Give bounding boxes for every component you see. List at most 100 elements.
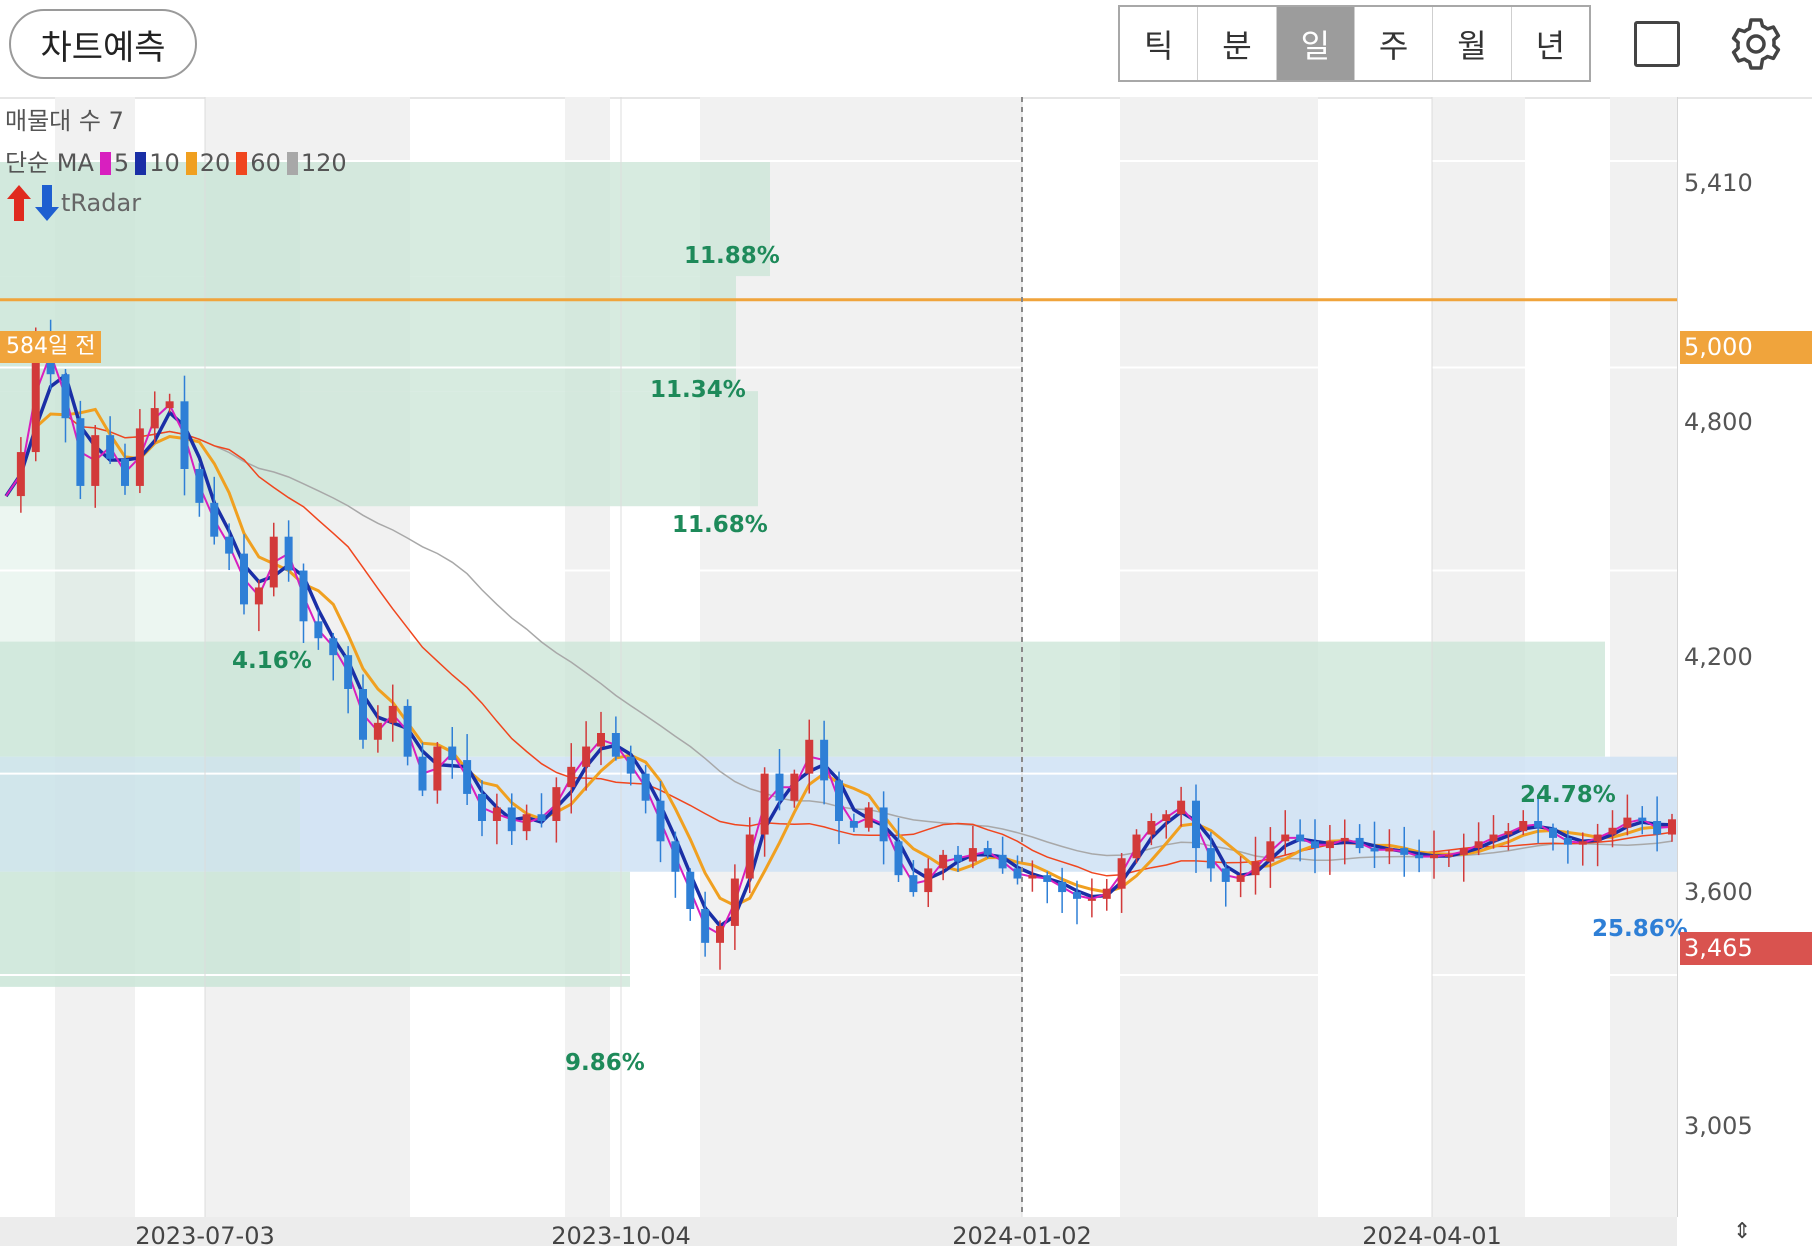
tab-year[interactable]: 년 <box>1512 7 1589 80</box>
candle-body <box>909 875 918 893</box>
candle-body <box>1623 817 1632 828</box>
candle-body <box>1474 841 1483 849</box>
candle-body <box>1281 834 1290 842</box>
candle-body <box>91 435 100 486</box>
candle-body <box>1266 841 1275 862</box>
candle-body <box>1162 814 1171 821</box>
candle-body <box>1043 875 1052 882</box>
candle-body <box>284 536 293 571</box>
candle-body <box>121 458 129 486</box>
candle-body <box>701 909 710 943</box>
candle-body <box>597 733 605 747</box>
candle-body <box>388 705 397 723</box>
tab-minute[interactable]: 분 <box>1198 7 1277 80</box>
candle-body <box>924 868 933 893</box>
candle-body <box>1430 854 1438 859</box>
candle-body <box>344 655 353 689</box>
candle-body <box>1296 834 1305 842</box>
volume-profile-legend: 매물대 수 7 <box>5 107 124 135</box>
ma10-label: 10 <box>149 149 180 177</box>
candle-body <box>180 401 189 469</box>
ma60-label: 60 <box>250 149 281 177</box>
volume-profile-pct: 24.78% <box>1520 782 1616 808</box>
ma-legend[interactable]: 단순 MA 5 10 20 60 120 <box>5 142 347 184</box>
volume-profile-pct: 11.34% <box>650 377 746 403</box>
candle-body <box>299 570 308 622</box>
ma120-label: 120 <box>300 149 347 177</box>
tradar-legend[interactable]: tRadar <box>5 183 141 223</box>
candle-body <box>61 374 70 419</box>
y-axis-divider <box>1677 97 1678 1217</box>
candle-body <box>522 814 531 832</box>
scroll-handle-icon[interactable]: ⇕ <box>1733 1219 1751 1244</box>
y-tick-label: 4,800 <box>1684 408 1753 436</box>
candle-body <box>329 638 338 656</box>
candle-body <box>150 408 159 429</box>
chart-predict-button[interactable]: 차트예측 <box>9 9 197 79</box>
candle-body <box>1206 848 1215 869</box>
candle-body <box>1132 834 1141 859</box>
candle-body <box>135 428 144 486</box>
square-layout-icon[interactable] <box>1634 21 1680 67</box>
candle-body <box>805 739 814 774</box>
candle-body <box>716 925 724 943</box>
candle-body <box>1340 837 1349 842</box>
candle-body <box>165 401 174 409</box>
tab-month[interactable]: 월 <box>1433 7 1512 80</box>
candle-body <box>775 773 784 801</box>
candle-body <box>1668 819 1676 835</box>
y-tick-label: 5,410 <box>1684 169 1753 197</box>
candle-body <box>1444 854 1453 857</box>
candle-body <box>790 773 799 801</box>
candle-body <box>1028 875 1037 879</box>
candle-body <box>433 746 442 791</box>
top-toolbar: 차트예측 틱 분 일 주 월 년 <box>0 0 1812 99</box>
tab-tick[interactable]: 틱 <box>1120 7 1199 80</box>
gear-icon[interactable] <box>1726 14 1786 74</box>
candle-body <box>1013 868 1022 879</box>
tradar-label: tRadar <box>61 189 142 217</box>
candle-body <box>1563 837 1572 845</box>
candle-body <box>820 739 829 781</box>
candle-body <box>373 722 382 740</box>
candle-body <box>448 746 457 761</box>
candle-body <box>225 536 234 554</box>
reference-line-label: 584일 전 <box>0 331 102 363</box>
y-tick-label: 3,005 <box>1684 1112 1753 1140</box>
candle-body <box>1504 831 1513 835</box>
candle-body <box>582 746 591 767</box>
candle-body <box>1311 841 1319 849</box>
ma20-label: 20 <box>199 149 231 177</box>
candle-body <box>641 773 650 801</box>
candle-body <box>1519 821 1528 832</box>
candle-body <box>968 848 977 862</box>
candle-body <box>269 536 278 588</box>
candle-body <box>1578 841 1587 845</box>
candle-body <box>1385 848 1394 852</box>
candle-body <box>314 621 323 639</box>
tab-day[interactable]: 일 <box>1276 7 1355 80</box>
candle-body <box>403 705 412 757</box>
candle-body <box>1370 848 1379 852</box>
up-down-arrows-icon <box>7 185 59 221</box>
candle-body <box>1058 881 1067 893</box>
month-band <box>1610 97 1677 1217</box>
candle-body <box>1415 854 1424 859</box>
ma5-label: 5 <box>113 149 130 177</box>
candle-body <box>463 760 472 794</box>
candle-body <box>1593 834 1602 842</box>
candle-body <box>1653 821 1662 835</box>
candle-body <box>16 452 25 497</box>
candle-body <box>611 733 620 757</box>
candle-body <box>210 502 219 537</box>
volume-profile-band <box>0 161 300 987</box>
ma-prefix: 단순 MA <box>5 149 94 177</box>
candle-body <box>195 469 204 503</box>
tab-week[interactable]: 주 <box>1355 7 1434 80</box>
candle-body <box>760 773 769 835</box>
volume-profile-pct: 11.68% <box>672 512 768 538</box>
candle-body <box>626 756 635 774</box>
candle-body <box>552 787 561 821</box>
candle-body <box>1400 848 1409 855</box>
candle-body <box>730 878 739 926</box>
